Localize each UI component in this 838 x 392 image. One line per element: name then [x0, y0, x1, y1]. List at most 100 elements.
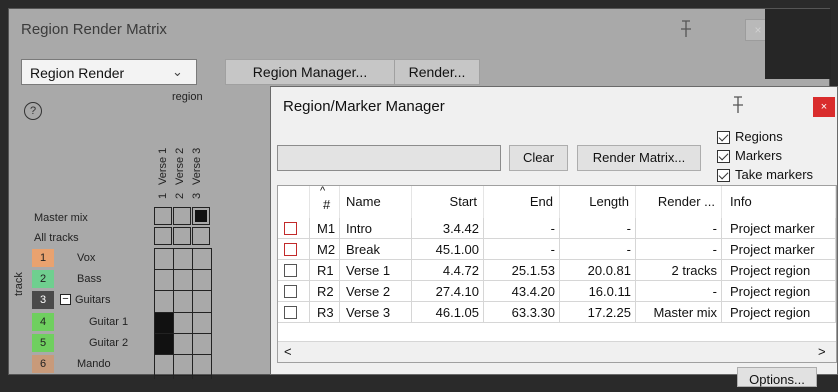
- pin-icon[interactable]: [677, 19, 695, 39]
- filter-input[interactable]: [277, 145, 501, 171]
- clear-button[interactable]: Clear: [509, 145, 568, 171]
- track-region-cell[interactable]: [193, 291, 211, 311]
- row-checkbox[interactable]: [284, 243, 297, 256]
- manager-close-button[interactable]: ×: [813, 97, 835, 117]
- row-select-cell: [278, 239, 310, 260]
- pin-icon[interactable]: [729, 95, 747, 115]
- region-manager-button[interactable]: Region Manager...: [225, 59, 395, 85]
- cell-info: Project region: [722, 260, 836, 281]
- track-region-cell[interactable]: [174, 291, 192, 311]
- track-region-cell[interactable]: [193, 313, 211, 333]
- options-button[interactable]: Options...: [737, 367, 817, 387]
- cell-end: 63.3.30: [484, 302, 560, 323]
- master-mix-cell[interactable]: [154, 207, 172, 225]
- cell-end: -: [484, 239, 560, 260]
- cell-name: Verse 1: [340, 260, 412, 281]
- background-region: [765, 9, 831, 79]
- master-mix-cell[interactable]: [173, 207, 191, 225]
- table-row[interactable]: M2 Break 45.1.00- - - Project marker: [278, 239, 836, 260]
- region-marker-table: ^ # Name Start End Length Render ... Inf…: [277, 185, 837, 363]
- track-number-badge: 5: [32, 334, 54, 352]
- column-header-id[interactable]: ^ #: [310, 186, 340, 218]
- matrix-titlebar: Region Render Matrix ×: [9, 9, 829, 49]
- cell-info: Project marker: [722, 239, 836, 260]
- track-region-cell[interactable]: [155, 355, 173, 375]
- column-number-2: 2: [174, 192, 186, 199]
- render-button[interactable]: Render...: [394, 59, 480, 85]
- cell-render: 2 tracks: [636, 260, 722, 281]
- cell-length: 16.0.11: [560, 281, 636, 302]
- track-name: Guitars: [75, 294, 111, 306]
- track-region-cell[interactable]: [155, 334, 173, 354]
- column-header-start[interactable]: Start: [412, 186, 484, 218]
- regions-checkbox-label: Regions: [735, 129, 783, 144]
- row-checkbox[interactable]: [284, 264, 297, 277]
- row-checkbox[interactable]: [284, 285, 297, 298]
- track-number-badge: 4: [32, 313, 54, 331]
- row-checkbox[interactable]: [284, 222, 297, 235]
- column-header-name[interactable]: Name: [340, 186, 412, 218]
- track-region-cell[interactable]: [193, 270, 211, 290]
- cell-start: 3.4.42: [412, 218, 484, 239]
- horizontal-scrollbar[interactable]: < >: [278, 341, 836, 362]
- row-checkbox[interactable]: [284, 306, 297, 319]
- track-name: Vox: [77, 252, 96, 264]
- folder-collapse-icon[interactable]: −: [60, 294, 71, 305]
- render-matrix-button[interactable]: Render Matrix...: [577, 145, 701, 171]
- all-tracks-cell[interactable]: [192, 227, 210, 245]
- region-axis-label: region: [172, 91, 203, 103]
- cell-length: 20.0.81: [560, 260, 636, 281]
- cell-start: 45.1.00: [412, 239, 484, 260]
- cell-length: -: [560, 239, 636, 260]
- track-region-cell[interactable]: [193, 334, 211, 354]
- column-header-length[interactable]: Length: [560, 186, 636, 218]
- cell-id: R1: [310, 260, 340, 281]
- track-region-cell[interactable]: [155, 291, 173, 311]
- checkbox-checked-icon: [717, 150, 730, 163]
- checkbox-checked-icon: [717, 169, 730, 182]
- track-region-cell[interactable]: [174, 313, 192, 333]
- track-name: Mando: [77, 358, 111, 370]
- all-tracks-cell[interactable]: [154, 227, 172, 245]
- table-row[interactable]: R1 Verse 1 4.4.72 25.1.53 20.0.81 2 tracks Pro…: [278, 260, 836, 281]
- track-region-cell[interactable]: [174, 249, 192, 269]
- track-region-cell[interactable]: [193, 249, 211, 269]
- track-name: Bass: [77, 273, 102, 285]
- cell-id: R3: [310, 302, 340, 323]
- cell-end: -: [484, 218, 560, 239]
- cell-start: 27.4.10: [412, 281, 484, 302]
- row-select-cell: [278, 260, 310, 281]
- track-region-cell[interactable]: [155, 313, 173, 333]
- track-region-cell[interactable]: [174, 270, 192, 290]
- column-header-end[interactable]: End: [484, 186, 560, 218]
- column-header-verse-1: Verse 1: [157, 147, 169, 185]
- region-marker-manager-window: Region/Marker Manager × Clear Render Mat…: [270, 86, 838, 387]
- grid-line: [211, 248, 212, 380]
- scroll-left-icon[interactable]: <: [284, 342, 292, 362]
- track-region-cell[interactable]: [174, 334, 192, 354]
- cell-filled-mark: [195, 210, 207, 222]
- render-mode-value: Region Render: [30, 65, 125, 81]
- track-region-cell[interactable]: [193, 355, 211, 375]
- help-icon[interactable]: ?: [24, 102, 42, 120]
- cell-id: M1: [310, 218, 340, 239]
- column-header-info[interactable]: Info: [722, 186, 836, 218]
- row-select-cell: [278, 218, 310, 239]
- column-header-verse-2: Verse 2: [174, 147, 186, 185]
- all-tracks-cell[interactable]: [173, 227, 191, 245]
- track-region-cell[interactable]: [155, 270, 173, 290]
- track-region-cell[interactable]: [155, 249, 173, 269]
- cell-length: 17.2.25: [560, 302, 636, 323]
- master-mix-label: Master mix: [34, 212, 88, 224]
- cell-name: Break: [340, 239, 412, 260]
- checkbox-checked-icon: [717, 131, 730, 144]
- cell-render: Master mix: [636, 302, 722, 323]
- column-header-render[interactable]: Render ...: [636, 186, 722, 218]
- markers-checkbox-label: Markers: [735, 148, 782, 163]
- render-mode-select[interactable]: Region Render ⌄: [21, 59, 197, 85]
- scroll-right-icon[interactable]: >: [818, 342, 826, 362]
- track-region-cell[interactable]: [174, 355, 192, 375]
- table-row[interactable]: R3 Verse 3 46.1.05 63.3.30 17.2.25 Master mix…: [278, 302, 836, 323]
- table-row[interactable]: M1 Intro 3.4.42- - - Project marker: [278, 218, 836, 239]
- table-row[interactable]: R2 Verse 2 27.4.10 43.4.20 16.0.11- Project r…: [278, 281, 836, 302]
